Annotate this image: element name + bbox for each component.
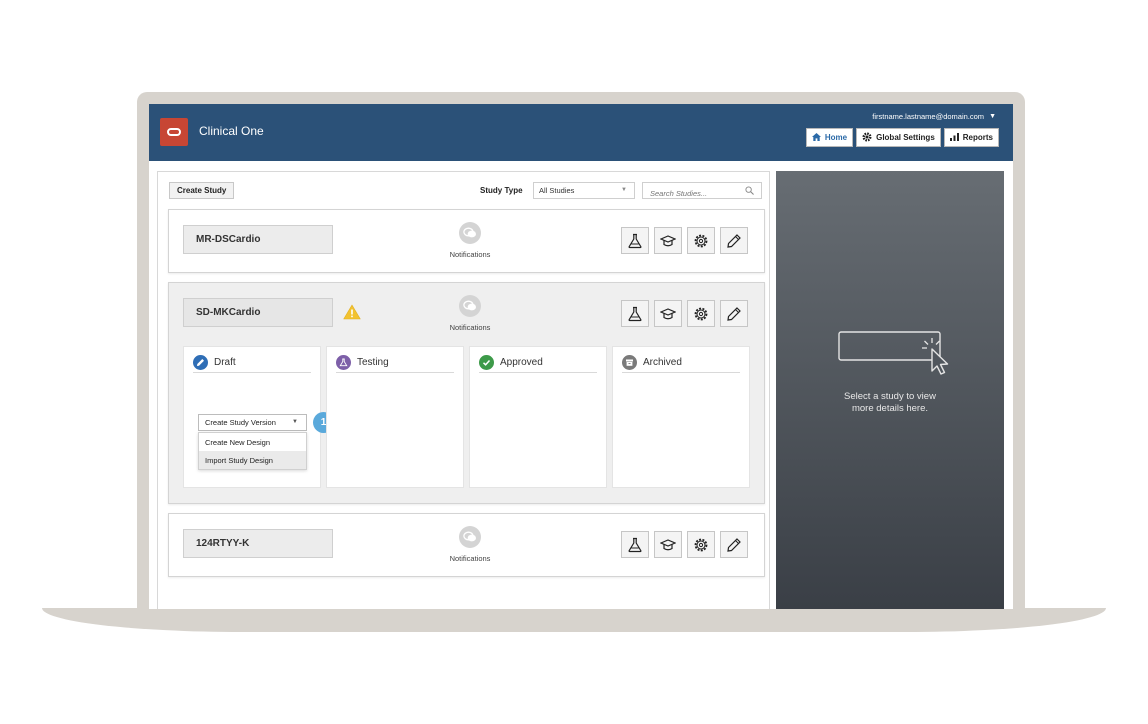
chat-bubbles-icon	[459, 526, 481, 548]
column-label: Archived	[643, 357, 682, 368]
column-header: Approved	[479, 353, 597, 373]
caret-down-icon: ▼	[989, 113, 996, 120]
search-icon[interactable]	[745, 186, 754, 195]
graduation-cap-icon	[660, 234, 676, 246]
reports-label: Reports	[962, 133, 993, 142]
study-card[interactable]: 124RTYY-K Notifications	[168, 513, 765, 577]
study-actions	[621, 300, 748, 327]
column-label: Draft	[214, 357, 236, 368]
bar-chart-icon	[949, 132, 959, 143]
study-card[interactable]: MR-DSCardio Notifications	[168, 209, 765, 273]
study-actions	[621, 531, 748, 558]
detail-hint-line2: more details here.	[851, 403, 929, 414]
study-detail-panel: Select a study to view more details here…	[776, 171, 1004, 609]
dropdown-menu: Create New Design Import Study Design	[198, 432, 307, 470]
gear-icon	[694, 307, 708, 320]
notifications-label: Notifications	[449, 323, 491, 332]
training-button[interactable]	[654, 531, 682, 558]
pencil-icon	[727, 537, 741, 552]
global-settings-button[interactable]: Global Settings	[856, 128, 941, 147]
settings-button[interactable]	[687, 531, 715, 558]
version-columns: Draft Create Study Version ▼ Create New …	[183, 346, 750, 488]
caret-down-icon: ▼	[292, 419, 298, 425]
column-testing: Testing	[326, 346, 464, 488]
flask-icon	[628, 306, 642, 321]
column-label: Approved	[500, 357, 543, 368]
study-name[interactable]: MR-DSCardio	[183, 225, 333, 254]
column-archived: Archived	[612, 346, 750, 488]
oracle-logo-icon[interactable]	[160, 118, 188, 146]
reports-button[interactable]: Reports	[943, 128, 999, 147]
search-box	[642, 182, 762, 201]
settings-button[interactable]	[687, 227, 715, 254]
settings-button[interactable]	[687, 300, 715, 327]
create-study-version-dropdown[interactable]: Create Study Version ▼	[198, 414, 307, 431]
chat-bubbles-icon	[459, 295, 481, 317]
detail-hint-line1: Select a study to view	[844, 391, 936, 402]
notifications[interactable]: Notifications	[435, 295, 505, 332]
study-list-panel: Create Study Study Type All Studies ▼ MR…	[157, 171, 770, 609]
flask-icon	[628, 537, 642, 552]
gear-icon	[862, 132, 872, 144]
warning-icon	[343, 304, 361, 320]
menu-item-import-study-design[interactable]: Import Study Design	[199, 451, 306, 469]
study-type-select[interactable]: All Studies ▼	[533, 182, 635, 199]
study-type-value: All Studies	[539, 186, 575, 195]
study-name[interactable]: 124RTYY-K	[183, 529, 333, 558]
edit-button[interactable]	[720, 300, 748, 327]
search-input[interactable]	[643, 186, 738, 201]
edit-button[interactable]	[720, 531, 748, 558]
notifications[interactable]: Notifications	[435, 526, 505, 563]
notifications-label: Notifications	[449, 250, 491, 259]
menu-item-create-new-design[interactable]: Create New Design	[199, 433, 306, 451]
laptop-base	[42, 608, 1106, 632]
home-label: Home	[824, 133, 848, 142]
column-header: Testing	[336, 353, 454, 373]
flask-icon	[628, 233, 642, 248]
study-actions	[621, 227, 748, 254]
column-approved: Approved	[469, 346, 607, 488]
study-type-label: Study Type	[480, 186, 523, 195]
pencil-icon	[193, 355, 208, 370]
nav-buttons: Home Global Settings Reports	[805, 128, 999, 147]
notifications[interactable]: Notifications	[435, 222, 505, 259]
user-email: firstname.lastname@domain.com	[872, 112, 985, 121]
edit-button[interactable]	[720, 227, 748, 254]
notifications-label: Notifications	[449, 554, 491, 563]
app-header: Clinical One firstname.lastname@domain.c…	[149, 104, 1013, 161]
study-name[interactable]: SD-MKCardio	[183, 298, 333, 327]
create-study-button[interactable]: Create Study	[169, 182, 235, 199]
column-header: Archived	[622, 353, 740, 373]
dropdown-label: Create Study Version	[205, 418, 276, 427]
graduation-cap-icon	[660, 307, 676, 319]
home-button[interactable]: Home	[805, 128, 854, 147]
app-screen: Clinical One firstname.lastname@domain.c…	[149, 104, 1013, 609]
flask-button[interactable]	[621, 300, 649, 327]
gear-icon	[694, 538, 708, 551]
column-header: Draft	[193, 353, 311, 373]
flask-button[interactable]	[621, 227, 649, 254]
global-settings-label: Global Settings	[876, 133, 935, 142]
detail-hint: Select a study to view more details here…	[776, 391, 1004, 415]
column-draft: Draft Create Study Version ▼ Create New …	[183, 346, 334, 488]
column-label: Testing	[357, 357, 389, 368]
gear-icon	[694, 234, 708, 247]
flask-icon	[336, 355, 351, 370]
caret-down-icon: ▼	[621, 187, 627, 193]
user-menu[interactable]: firstname.lastname@domain.com ▼	[872, 112, 996, 121]
click-cursor-icon	[838, 331, 949, 375]
pencil-icon	[727, 306, 741, 321]
training-button[interactable]	[654, 227, 682, 254]
home-icon	[811, 132, 821, 143]
stage: Clinical One firstname.lastname@domain.c…	[0, 0, 1148, 724]
chat-bubbles-icon	[459, 222, 481, 244]
check-icon	[479, 355, 494, 370]
app-title: Clinical One	[199, 124, 264, 138]
flask-button[interactable]	[621, 531, 649, 558]
archive-icon	[622, 355, 637, 370]
training-button[interactable]	[654, 300, 682, 327]
graduation-cap-icon	[660, 538, 676, 550]
study-card-expanded[interactable]: SD-MKCardio Notifications Draft Create S…	[168, 282, 765, 504]
pencil-icon	[727, 233, 741, 248]
